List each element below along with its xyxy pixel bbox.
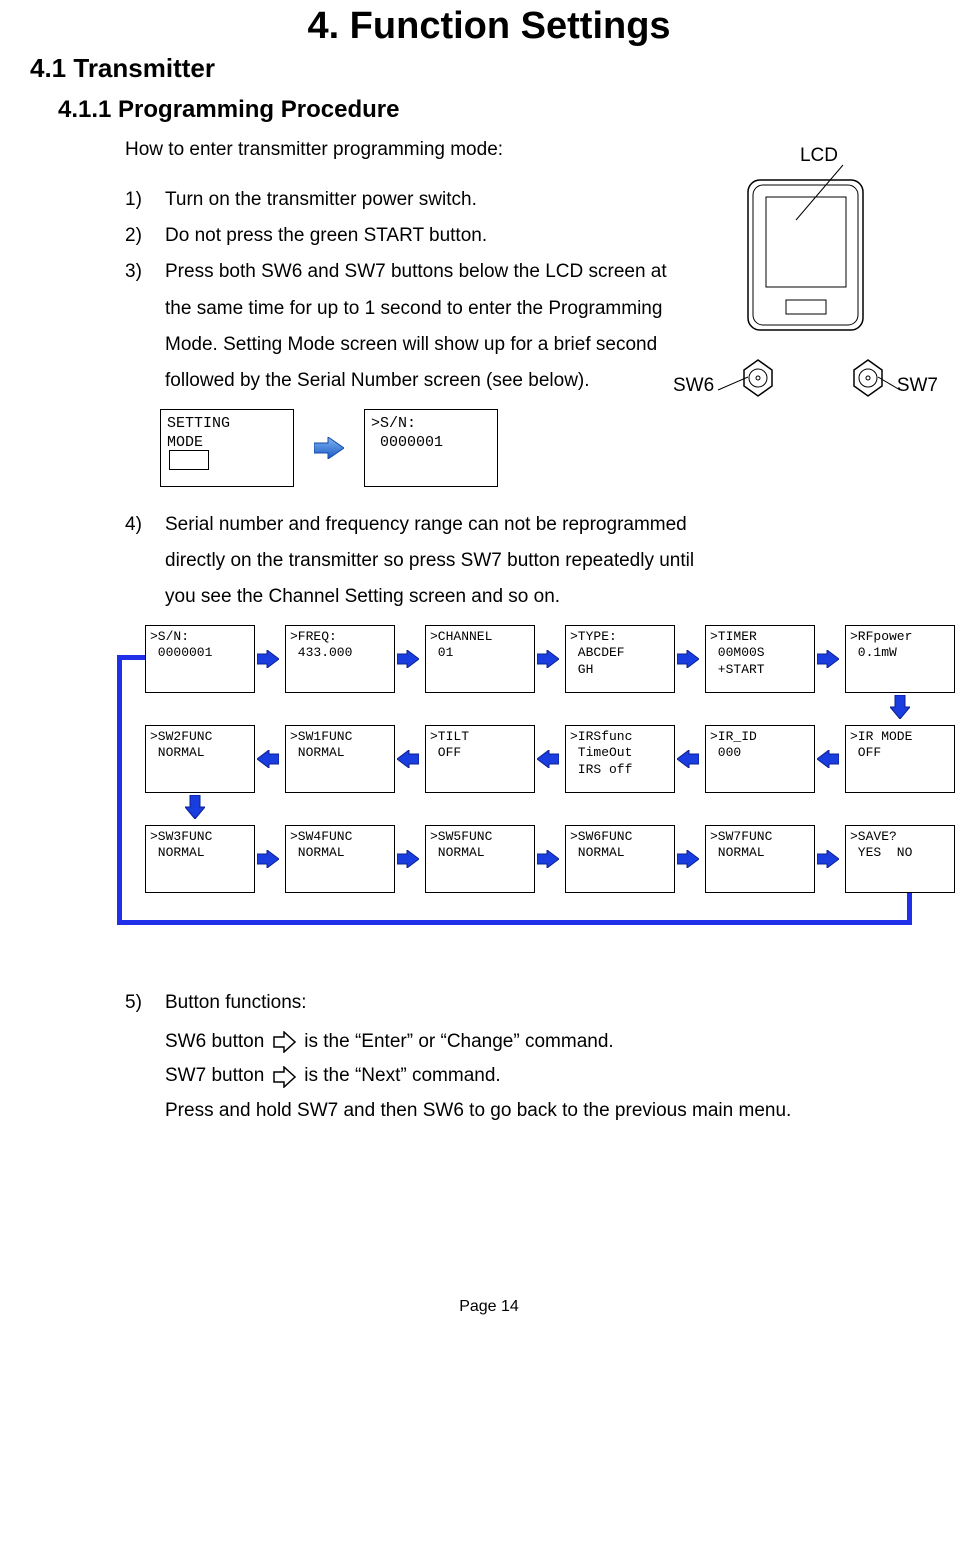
flow-type: >TYPE: ABCDEF GH (565, 625, 675, 693)
flow-timer: >TIMER 00M00S +START (705, 625, 815, 693)
arrow-left-icon (817, 750, 839, 768)
lcd-serial-number: >S/N: 0000001 (364, 409, 498, 487)
button-functions: SW6 button is the “Enter” or “Change” co… (165, 1025, 948, 1128)
flow-sn: >S/N: 0000001 (145, 625, 255, 693)
flow-save: >SAVE? YES NO (845, 825, 955, 893)
step-1-text: Turn on the transmitter power switch. (165, 182, 695, 218)
sw7-button-desc: is the “Next” command. (304, 1059, 500, 1093)
flow-irmode: >IR MODE OFF (845, 725, 955, 793)
section-4-1: 4.1 Transmitter (30, 53, 948, 84)
arrow-right-outline-icon (272, 1066, 296, 1088)
arrow-right-icon (677, 650, 699, 668)
arrow-left-icon (397, 750, 419, 768)
sw6-label: SW6 (673, 375, 714, 397)
arrow-right-icon (817, 650, 839, 668)
flow-irsfunc: >IRSfunc TimeOut IRS off (565, 725, 675, 793)
step-5-text: Button functions: (165, 985, 695, 1021)
arrow-down-icon (185, 795, 205, 819)
sw7-label: SW7 (897, 375, 938, 397)
sw7-button-label: SW7 button (165, 1059, 264, 1093)
flow-freq: >FREQ: 433.000 (285, 625, 395, 693)
step-5-num: 5) (125, 985, 165, 1021)
screen-sequence: SETTING MODE >S/N: 0000001 (160, 409, 948, 487)
arrow-right-icon (257, 850, 279, 868)
page-number: Page 14 (30, 1298, 948, 1316)
arrow-right-icon (817, 850, 839, 868)
arrow-right-outline-icon (272, 1031, 296, 1053)
step-3-text: Press both SW6 and SW7 buttons below the… (165, 254, 695, 398)
arrow-left-icon (257, 750, 279, 768)
step-3: 3) Press both SW6 and SW7 buttons below … (125, 254, 695, 398)
step-1-num: 1) (125, 182, 165, 218)
arrow-right-icon (537, 850, 559, 868)
step-1: 1) Turn on the transmitter power switch. (125, 182, 695, 218)
arrow-right-icon (537, 650, 559, 668)
arrow-left-icon (537, 750, 559, 768)
step-2-num: 2) (125, 218, 165, 254)
step-2-text: Do not press the green START button. (165, 218, 695, 254)
step-5: 5) Button functions: (125, 985, 695, 1021)
arrow-right-icon (677, 850, 699, 868)
step-2: 2) Do not press the green START button. (125, 218, 695, 254)
back-instruction: Press and hold SW7 and then SW6 to go ba… (165, 1094, 948, 1128)
intro-text: How to enter transmitter programming mod… (125, 134, 685, 166)
arrow-down-icon (890, 695, 910, 719)
flowchart: >S/N: 0000001 >FREQ: 433.000 >CHANNEL 01… (125, 625, 955, 955)
step-4: 4) Serial number and frequency range can… (125, 507, 695, 615)
sw6-button-label: SW6 button (165, 1025, 264, 1059)
arrow-right-icon (397, 850, 419, 868)
arrow-right-icon (257, 650, 279, 668)
flow-tilt: >TILT OFF (425, 725, 535, 793)
flow-rfpower: >RFpower 0.1mW (845, 625, 955, 693)
step-4-text: Serial number and frequency range can no… (165, 507, 695, 615)
lcd-setting-mode: SETTING MODE (160, 409, 294, 487)
flow-irid: >IR_ID 000 (705, 725, 815, 793)
chapter-title: 4. Function Settings (30, 5, 948, 48)
flow-sw6func: >SW6FUNC NORMAL (565, 825, 675, 893)
flow-sw5func: >SW5FUNC NORMAL (425, 825, 535, 893)
flow-sw3func: >SW3FUNC NORMAL (145, 825, 255, 893)
step-3-num: 3) (125, 254, 165, 398)
device-figure: LCD SW6 SW7 (678, 145, 938, 415)
section-4-1-1: 4.1.1 Programming Procedure (58, 96, 948, 124)
arrow-left-icon (677, 750, 699, 768)
flow-sw2func: >SW2FUNC NORMAL (145, 725, 255, 793)
arrow-right-icon (314, 437, 344, 459)
sw6-button-desc: is the “Enter” or “Change” command. (304, 1025, 613, 1059)
step-4-num: 4) (125, 507, 165, 615)
flow-sw4func: >SW4FUNC NORMAL (285, 825, 395, 893)
arrow-right-icon (397, 650, 419, 668)
lcd-label: LCD (800, 145, 838, 167)
flow-sw1func: >SW1FUNC NORMAL (285, 725, 395, 793)
flow-sw7func: >SW7FUNC NORMAL (705, 825, 815, 893)
flow-channel: >CHANNEL 01 (425, 625, 535, 693)
